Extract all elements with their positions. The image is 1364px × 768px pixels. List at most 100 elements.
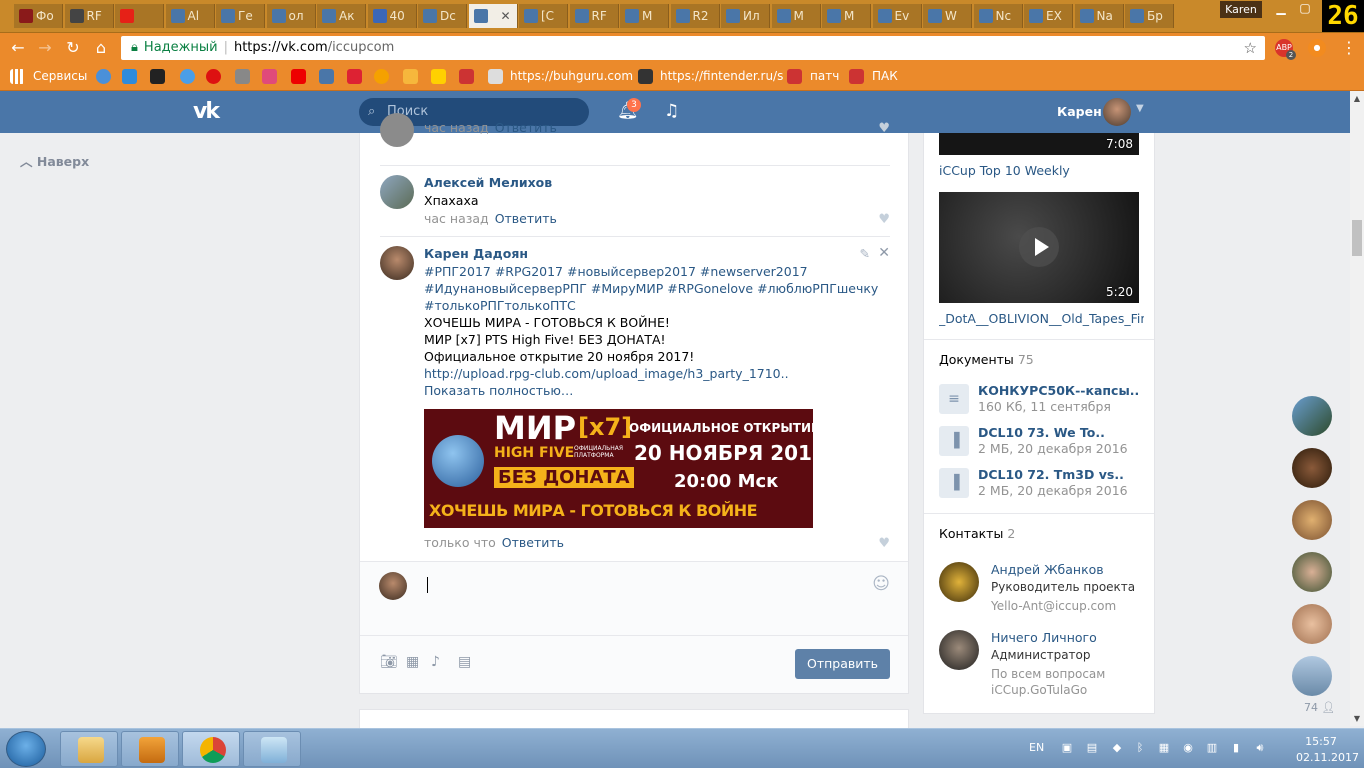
heart-icon[interactable]: ♥: [878, 536, 890, 551]
tray-icon[interactable]: ▦: [1157, 741, 1171, 755]
tray-icon[interactable]: ▥: [1205, 741, 1219, 755]
person-icon[interactable]: [403, 69, 418, 84]
avatar[interactable]: [1292, 396, 1332, 436]
page-scrollbar[interactable]: [1350, 91, 1364, 726]
address-bar[interactable]: 🔒︎ Надежный | https://vk.com/iccupcom ☆: [121, 36, 1265, 60]
heart-icon[interactable]: ♥: [878, 121, 890, 136]
browser-tab[interactable]: 40: [367, 4, 417, 28]
browser-tab[interactable]: M: [620, 4, 669, 28]
browser-tab[interactable]: ✕: [468, 4, 518, 28]
browser-profile-badge[interactable]: Karen: [1220, 1, 1262, 18]
windows-start-button[interactable]: [6, 731, 46, 767]
user-name[interactable]: Карен: [1057, 104, 1102, 119]
home-button[interactable]: ⌂: [90, 37, 112, 59]
avatar[interactable]: [1103, 98, 1131, 126]
emblem-icon[interactable]: [849, 69, 864, 84]
browser-tab[interactable]: [C: [519, 4, 568, 28]
bookmark-services[interactable]: Сервисы: [33, 68, 87, 84]
document-title[interactable]: DCL10 72. Tm3D vs..: [978, 467, 1124, 482]
mail-icon[interactable]: [347, 69, 362, 84]
globe-icon[interactable]: [96, 69, 111, 84]
video-thumbnail[interactable]: 7:08: [939, 133, 1139, 155]
browser-tab[interactable]: M: [771, 4, 821, 28]
avatar[interactable]: [380, 246, 414, 280]
browser-tab[interactable]: Бр: [1125, 4, 1174, 28]
contacts-header[interactable]: Контакты 2: [939, 526, 1015, 541]
forward-button[interactable]: →: [34, 37, 56, 59]
mail-at-icon[interactable]: [180, 69, 195, 84]
emoji-icon[interactable]: ☺: [872, 574, 890, 594]
post-banner-image[interactable]: МИР [x7] HIGH FIVE ОФИЦИАЛЬНАЯ ПЛАТФОРМА…: [424, 409, 813, 528]
avatar[interactable]: [380, 175, 414, 209]
chevron-down-icon[interactable]: ▼: [1136, 103, 1144, 114]
post-hashtags[interactable]: #толькоРПГтолькоПТС: [424, 297, 576, 314]
browser-tab[interactable]: M: [822, 4, 871, 28]
avatar[interactable]: [1292, 500, 1332, 540]
minimize-button[interactable]: ▁: [1270, 0, 1292, 18]
reload-button[interactable]: ↻: [62, 37, 84, 59]
browser-tab[interactable]: Dc: [418, 4, 467, 28]
back-button[interactable]: ←: [7, 37, 29, 59]
bookmark-icon[interactable]: [638, 69, 653, 84]
friends-online-count[interactable]: 74 👤︎: [1304, 701, 1335, 714]
browser-tab[interactable]: [115, 4, 164, 28]
taskbar-explorer[interactable]: [60, 731, 118, 767]
bluetooth-icon[interactable]: ᛒ: [1133, 741, 1147, 755]
avatar[interactable]: [380, 113, 414, 147]
bookmark-patch[interactable]: патч: [810, 68, 839, 84]
taskbar-notepad[interactable]: [243, 731, 301, 767]
site-icon[interactable]: [262, 69, 277, 84]
browser-tab[interactable]: Na: [1074, 4, 1124, 28]
show-more-link[interactable]: Показать полностью…: [424, 382, 573, 399]
edit-icon[interactable]: ✎: [860, 246, 870, 261]
browser-tab[interactable]: Ак: [317, 4, 366, 28]
vk-logo[interactable]: vk: [193, 99, 229, 125]
video-title[interactable]: _DotA__OBLIVION__Old_Tapes_Fin...: [939, 311, 1144, 326]
browser-tab[interactable]: Al: [165, 4, 215, 28]
taskbar-chrome[interactable]: [182, 731, 240, 767]
close-tab-icon[interactable]: ✕: [500, 4, 510, 28]
apps-icon[interactable]: [10, 69, 25, 84]
back-to-top-button[interactable]: ︿ Наверх: [20, 151, 89, 170]
profile-extension-icon[interactable]: ●: [1308, 39, 1326, 57]
music-icon[interactable]: ♪: [431, 654, 440, 670]
browser-tab[interactable]: W: [923, 4, 972, 28]
browser-tab[interactable]: RF: [569, 4, 619, 28]
heart-icon[interactable]: ♥: [878, 212, 890, 227]
play-icon[interactable]: [1019, 227, 1059, 267]
taskbar-media-player[interactable]: [121, 731, 179, 767]
documents-header[interactable]: Документы 75: [939, 352, 1034, 367]
browser-tab[interactable]: Ге: [216, 4, 265, 28]
post-hashtags[interactable]: #ИдунановыйсерверРПГ #МируМИР #RPGonelov…: [424, 280, 878, 297]
avatar[interactable]: [1292, 448, 1332, 488]
video-title[interactable]: iCCup Top 10 Weekly: [939, 163, 1144, 178]
language-indicator[interactable]: EN: [1029, 741, 1044, 754]
comment-author[interactable]: Алексей Мелихов: [424, 175, 552, 190]
video-icon[interactable]: ▦: [406, 654, 419, 670]
bookmark-fintender[interactable]: https://fintender.ru/s: [660, 68, 783, 84]
post-hashtags[interactable]: #РПГ2017 #RPG2017 #новыйсервер2017 #news…: [424, 263, 808, 280]
video-thumbnail[interactable]: 5:20: [939, 192, 1139, 303]
avatar[interactable]: [1292, 656, 1332, 696]
camera-icon[interactable]: 📷︎: [380, 654, 398, 670]
document-title[interactable]: КОНКУРС50К--капсы..: [978, 383, 1139, 398]
emblem-icon[interactable]: [787, 69, 802, 84]
site-icon[interactable]: [122, 69, 137, 84]
taskbar-time[interactable]: 15:57: [1300, 735, 1342, 748]
maximize-button[interactable]: ▢: [1294, 0, 1316, 18]
taskbar-date[interactable]: 02.11.2017: [1296, 751, 1359, 764]
site-icon[interactable]: [206, 69, 221, 84]
close-icon[interactable]: ✕: [878, 245, 890, 261]
contact-name[interactable]: Ничего Личного: [991, 630, 1097, 645]
bookmark-pak[interactable]: ПАК: [872, 68, 898, 84]
volume-icon[interactable]: 🔊︎: [1253, 741, 1267, 755]
tray-icon[interactable]: ◆: [1110, 741, 1124, 755]
menu-icon[interactable]: ⋮: [1338, 37, 1360, 59]
scroll-down-arrow[interactable]: ▼: [1350, 712, 1364, 726]
k-icon[interactable]: [431, 69, 446, 84]
scroll-up-arrow[interactable]: ▲: [1350, 92, 1364, 106]
site-icon[interactable]: [235, 69, 250, 84]
site-icon[interactable]: [150, 69, 165, 84]
steam-icon[interactable]: ◉: [1181, 741, 1195, 755]
scrollbar-thumb[interactable]: [1352, 220, 1362, 256]
